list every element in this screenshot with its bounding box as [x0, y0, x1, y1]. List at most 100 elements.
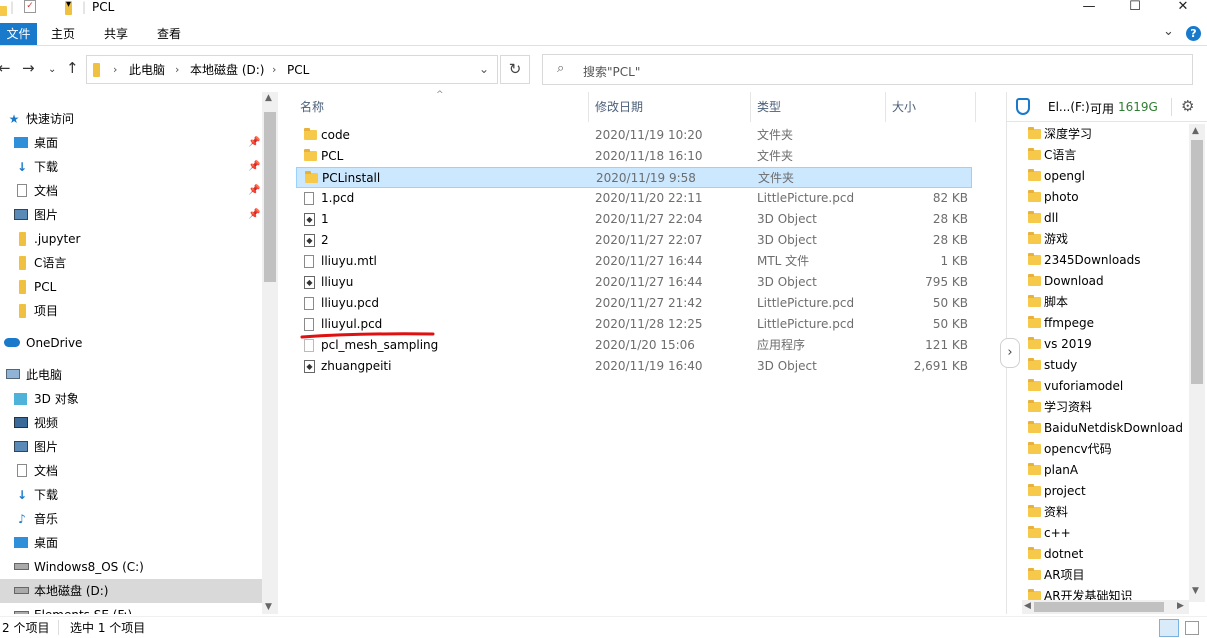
list-item[interactable]: vs 2019: [1022, 334, 1192, 355]
recent-dropdown-icon[interactable]: ⌄: [48, 62, 56, 78]
pin-icon[interactable]: 📌: [248, 203, 260, 227]
breadcrumb-pcl[interactable]: PCL: [287, 63, 309, 77]
nav-pictures-pinned[interactable]: 图片 📌: [0, 203, 262, 227]
nav-quick-access[interactable]: ★ 快速访问: [0, 107, 262, 131]
up-arrow-icon[interactable]: ↑: [66, 60, 79, 76]
scroll-left-icon[interactable]: ◀: [1024, 601, 1031, 611]
breadcrumb-separator-icon[interactable]: ›: [113, 63, 117, 77]
maximize-button[interactable]: ☐: [1112, 0, 1158, 16]
help-icon[interactable]: ?: [1186, 26, 1201, 41]
table-row[interactable]: code 2020/11/19 10:20 文件夹: [296, 125, 972, 146]
nav-projects[interactable]: 项目: [0, 299, 262, 323]
list-item[interactable]: planA: [1022, 460, 1192, 481]
refresh-button[interactable]: ↻: [500, 55, 530, 84]
qat-dropdown-icon[interactable]: ▾: [66, 0, 71, 10]
minimize-button[interactable]: —: [1066, 0, 1112, 16]
tab-view[interactable]: 查看: [151, 24, 187, 44]
ribbon-expand-icon[interactable]: ⌄: [1163, 24, 1174, 39]
address-dropdown-icon[interactable]: ⌄: [479, 62, 489, 76]
nav-onedrive[interactable]: OneDrive: [0, 331, 262, 355]
list-item[interactable]: 2345Downloads: [1022, 250, 1192, 271]
scroll-down-icon[interactable]: ▼: [265, 602, 272, 612]
search-input[interactable]: ⌕ 搜索"PCL": [542, 54, 1193, 85]
large-icons-view-icon[interactable]: [1185, 621, 1199, 635]
nav-music[interactable]: ♪ 音乐: [0, 507, 262, 531]
list-item[interactable]: project: [1022, 481, 1192, 502]
list-item[interactable]: 资料: [1022, 502, 1192, 523]
table-row[interactable]: PCLinstall 2020/11/19 9:58 文件夹: [296, 167, 972, 188]
shield-icon[interactable]: [1016, 98, 1030, 115]
tab-home[interactable]: 主页: [45, 24, 81, 44]
nav-documents[interactable]: 文档: [0, 459, 262, 483]
list-item[interactable]: Download: [1022, 271, 1192, 292]
column-header-date[interactable]: 修改日期: [595, 98, 643, 116]
pin-icon[interactable]: 📌: [248, 179, 260, 203]
list-item[interactable]: C语言: [1022, 145, 1192, 166]
nav-3d-objects[interactable]: 3D 对象: [0, 387, 262, 411]
table-row[interactable]: ◆ lliuyu 2020/11/27 16:44 3D Object 795 KB: [296, 272, 972, 293]
list-item[interactable]: opencv代码: [1022, 439, 1192, 460]
list-item[interactable]: 学习资料: [1022, 397, 1192, 418]
list-item[interactable]: ffmpege: [1022, 313, 1192, 334]
nav-desktop-pinned[interactable]: 桌面 📌: [0, 131, 262, 155]
table-row[interactable]: lliuyu.mtl 2020/11/27 16:44 MTL 文件 1 KB: [296, 251, 972, 272]
list-item[interactable]: opengl: [1022, 166, 1192, 187]
list-item[interactable]: dotnet: [1022, 544, 1192, 565]
scroll-right-icon[interactable]: ▶: [1177, 601, 1184, 611]
table-row[interactable]: PCL 2020/11/18 16:10 文件夹: [296, 146, 972, 167]
breadcrumb-this-pc[interactable]: 此电脑: [129, 63, 165, 77]
column-divider[interactable]: [885, 92, 886, 122]
close-button[interactable]: ✕: [1160, 0, 1206, 16]
table-row[interactable]: ◆ zhuangpeiti 2020/11/19 16:40 3D Object 2,6…: [296, 356, 972, 377]
pin-icon[interactable]: 📌: [248, 155, 260, 179]
table-row[interactable]: ◆ 2 2020/11/27 22:07 3D Object 28 KB: [296, 230, 972, 251]
nav-drive-d[interactable]: 本地磁盘 (D:): [0, 579, 262, 603]
column-divider[interactable]: [588, 92, 589, 122]
details-view-icon[interactable]: [1159, 619, 1179, 637]
expand-panel-button[interactable]: ›: [1000, 338, 1020, 368]
column-header-size[interactable]: 大小: [892, 98, 916, 116]
nav-videos[interactable]: 视频: [0, 411, 262, 435]
column-divider[interactable]: [750, 92, 751, 122]
nav-documents-pinned[interactable]: 文档 📌: [0, 179, 262, 203]
list-item[interactable]: BaiduNetdiskDownload: [1022, 418, 1192, 439]
list-item[interactable]: AR项目: [1022, 565, 1192, 586]
list-item[interactable]: photo: [1022, 187, 1192, 208]
list-item[interactable]: vuforiamodel: [1022, 376, 1192, 397]
list-item[interactable]: 脚本: [1022, 292, 1192, 313]
properties-icon[interactable]: ✓: [24, 0, 36, 13]
nav-jupyter[interactable]: .jupyter: [0, 227, 262, 251]
list-item[interactable]: 深度学习: [1022, 124, 1192, 145]
address-bar[interactable]: › 此电脑 › 本地磁盘 (D:) › PCL ⌄: [86, 55, 498, 84]
nav-downloads[interactable]: ↓ 下载: [0, 483, 262, 507]
nav-scrollbar-thumb[interactable]: [264, 112, 276, 282]
drive-label[interactable]: El...(F:): [1048, 100, 1090, 114]
list-item[interactable]: 游戏: [1022, 229, 1192, 250]
scroll-down-icon[interactable]: ▼: [1192, 586, 1199, 596]
nav-desktop[interactable]: 桌面: [0, 531, 262, 555]
table-row[interactable]: lliuyu.pcd 2020/11/27 21:42 LittlePicture.…: [296, 293, 972, 314]
scroll-up-icon[interactable]: ▲: [265, 93, 272, 103]
list-item[interactable]: dll: [1022, 208, 1192, 229]
pin-icon[interactable]: 📌: [248, 131, 260, 155]
tab-share[interactable]: 共享: [98, 24, 134, 44]
nav-c-language[interactable]: C语言: [0, 251, 262, 275]
nav-pcl[interactable]: PCL: [0, 275, 262, 299]
nav-downloads-pinned[interactable]: ↓ 下载 📌: [0, 155, 262, 179]
nav-drive-c[interactable]: Windows8_OS (C:): [0, 555, 262, 579]
nav-this-pc[interactable]: 此电脑: [0, 363, 262, 387]
nav-drive-f[interactable]: Elements SE (F:): [0, 603, 262, 614]
column-header-type[interactable]: 类型: [757, 98, 781, 116]
nav-pictures[interactable]: 图片: [0, 435, 262, 459]
drive-panel-hscrollbar-thumb[interactable]: [1034, 602, 1164, 612]
table-row[interactable]: ◆ 1 2020/11/27 22:04 3D Object 28 KB: [296, 209, 972, 230]
breadcrumb-separator-icon[interactable]: ›: [175, 63, 179, 77]
scroll-up-icon[interactable]: ▲: [1192, 126, 1199, 136]
tab-file[interactable]: 文件: [0, 23, 37, 45]
gear-icon[interactable]: ⚙: [1181, 97, 1194, 115]
drive-panel-scrollbar-thumb[interactable]: [1191, 140, 1203, 384]
column-divider[interactable]: [975, 92, 976, 122]
list-item[interactable]: c++: [1022, 523, 1192, 544]
breadcrumb-separator-icon[interactable]: ›: [272, 63, 276, 77]
list-item[interactable]: study: [1022, 355, 1192, 376]
